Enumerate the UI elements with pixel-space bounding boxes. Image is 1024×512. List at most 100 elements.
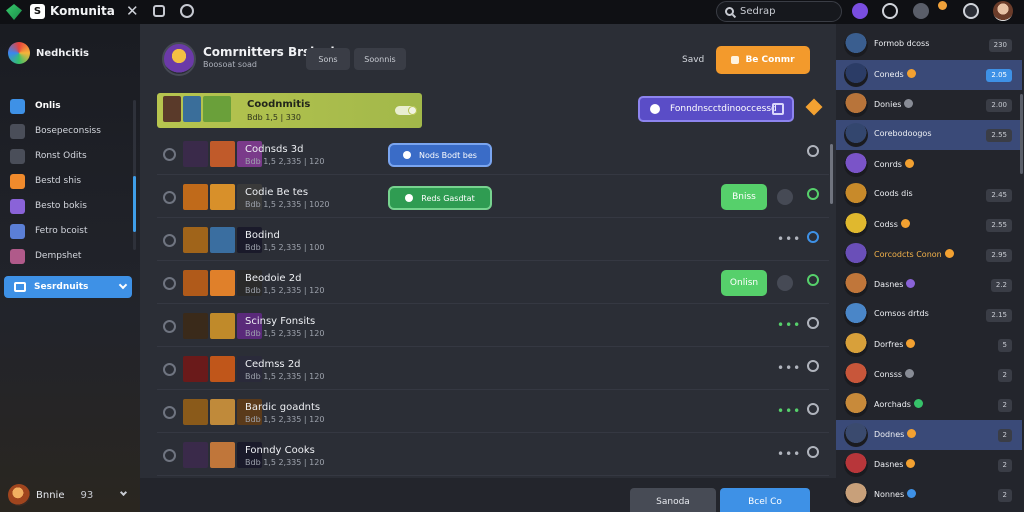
sidebar-item[interactable]: Besto bokis (10, 197, 132, 215)
member-tag: 2 (997, 369, 1012, 382)
member-item[interactable]: Dasnes 2 (836, 450, 1022, 480)
row-action-button[interactable]: Reds Gasdtat (388, 186, 492, 210)
member-avatar (844, 303, 868, 327)
sidebar-item[interactable]: Bestd shis (10, 172, 132, 190)
member-tag: 2 (997, 429, 1012, 442)
row-radio-icon[interactable] (163, 320, 176, 333)
table-row[interactable]: Scinsy Fonsits Bdb 1,5 2,335 | 120 ••• (157, 306, 829, 347)
more-icon[interactable]: ••• (777, 447, 801, 461)
member-name: Dasnes (874, 280, 904, 289)
member-item[interactable]: Nonnes 2 (836, 480, 1022, 510)
member-item[interactable]: Dodnes 2 (836, 420, 1022, 450)
row-radio-icon[interactable] (163, 277, 176, 290)
member-item[interactable]: Coods dis 2.45 (836, 180, 1022, 210)
sidebar-select[interactable]: Sesrdnuits (4, 276, 132, 298)
table-row[interactable]: Codnsds 3d Bdb 1,5 2,335 | 120 Nods Bodt b… (157, 134, 829, 175)
row-radio-icon[interactable] (163, 148, 176, 161)
table-row[interactable]: Cedmss 2d Bdb 1,5 2,335 | 120 ••• (157, 349, 829, 390)
row-radio-icon[interactable] (163, 406, 176, 419)
add-icon[interactable] (777, 275, 793, 291)
member-scrollbar[interactable] (1020, 94, 1023, 174)
member-name: Dorfres (874, 340, 904, 349)
member-name-wrap: Dorfres (874, 339, 916, 349)
member-item[interactable]: Comsos drtds 2.15 (836, 300, 1022, 330)
more-icon[interactable]: ••• (777, 404, 801, 418)
row-link-icon[interactable] (807, 274, 819, 286)
sidebar-item[interactable]: Dempshet (10, 247, 132, 265)
member-item[interactable]: Consss 2 (836, 360, 1022, 390)
member-item[interactable]: Donies 2.00 (836, 90, 1022, 120)
secondary-button[interactable]: Sanoda (630, 488, 716, 512)
featured-toggle[interactable] (395, 106, 417, 115)
add-icon[interactable] (777, 189, 793, 205)
confirm-button[interactable]: Bcel Co (720, 488, 810, 512)
sidebar-item[interactable]: Fetro bcoist (10, 222, 132, 240)
sidebar-item[interactable]: Ronst Odits (10, 147, 132, 165)
sidebar-item[interactable]: Onlis (10, 97, 132, 115)
member-item[interactable]: Formob dcoss 230 (836, 30, 1022, 60)
save-link[interactable]: Savd (682, 55, 704, 65)
diamond-icon[interactable] (805, 98, 823, 116)
chevron-down-icon[interactable] (119, 488, 128, 497)
table-row[interactable]: Bardic goadnts Bdb 1,5 2,335 | 120 ••• (157, 392, 829, 433)
member-name: Codss (874, 220, 898, 229)
settings-icon[interactable] (882, 3, 898, 19)
member-item[interactable]: Dorfres 5 (836, 330, 1022, 360)
status-button[interactable]: Onlisn (721, 270, 767, 296)
status-icon[interactable] (963, 3, 979, 19)
filter-pill-1[interactable]: Sons (306, 48, 350, 70)
search-input[interactable] (740, 6, 830, 17)
member-item[interactable]: Dasnes 2.2 (836, 270, 1022, 300)
table-row[interactable]: Beodoie 2d Bdb 1,5 2,335 | 120 Onlisn (157, 263, 829, 304)
table-row[interactable]: Fonndy Cooks Bdb 1,5 2,335 | 120 ••• (157, 435, 829, 476)
sidebar-item-label: Bestd shis (35, 176, 82, 186)
close-icon[interactable]: ✕ (126, 2, 139, 20)
footer-bar: Sanoda Bcel Co (140, 478, 836, 512)
row-action-button[interactable]: Nods Bodt bes (388, 143, 492, 167)
member-tag: 2.95 (986, 249, 1012, 262)
rocket-icon[interactable] (852, 3, 868, 19)
member-item[interactable]: Codss 2.55 (836, 210, 1022, 240)
filter-pill-2[interactable]: Soonnis (354, 48, 406, 70)
more-icon[interactable]: ••• (777, 318, 801, 332)
row-radio-icon[interactable] (163, 449, 176, 462)
sidebar-scrollbar[interactable] (133, 100, 136, 250)
member-item[interactable]: Conrds (836, 150, 1022, 180)
gauge-icon[interactable] (180, 4, 194, 18)
thumbnail (210, 313, 235, 339)
member-item[interactable]: Corebodoogos 2.55 (836, 120, 1022, 150)
main-scrollbar[interactable] (830, 144, 833, 204)
member-avatar (844, 93, 868, 117)
featured-row[interactable]: Coodnmitis Bdb 1,5 | 330 (157, 93, 422, 128)
notifications-icon[interactable] (913, 3, 929, 19)
more-icon[interactable]: ••• (777, 232, 801, 246)
user-avatar[interactable] (993, 1, 1013, 21)
member-status-dot (913, 399, 923, 408)
status-button[interactable]: Bniss (721, 184, 767, 210)
row-link-icon[interactable] (807, 188, 819, 200)
row-link-icon[interactable] (807, 145, 819, 157)
member-item[interactable]: Coneds 2.05 (836, 60, 1022, 90)
row-link-icon[interactable] (807, 231, 819, 243)
row-radio-icon[interactable] (163, 363, 176, 376)
primary-button[interactable]: Be Conmr (716, 46, 810, 74)
more-icon[interactable]: ••• (777, 361, 801, 375)
search-box[interactable] (716, 1, 842, 22)
sidebar-item[interactable]: Bosepeconsiss (10, 122, 132, 140)
member-name: Conrds (874, 160, 902, 169)
member-item[interactable]: Corcodcts Conon 2.95 (836, 240, 1022, 270)
row-link-icon[interactable] (807, 446, 819, 458)
row-radio-icon[interactable] (163, 234, 176, 247)
member-item[interactable]: Aorchads 2 (836, 390, 1022, 420)
app-icon[interactable]: S (30, 4, 45, 19)
table-row[interactable]: Bodind Bdb 1,5 2,335 | 100 ••• (157, 220, 829, 261)
row-radio-icon[interactable] (163, 191, 176, 204)
row-link-icon[interactable] (807, 403, 819, 415)
table-row[interactable]: Codie Be tes Bdb 1,5 2,335 | 1020 Reds Gas… (157, 177, 829, 218)
row-link-icon[interactable] (807, 317, 819, 329)
window-box-icon[interactable] (153, 5, 165, 17)
user-panel[interactable]: Bnnie 93 (8, 484, 132, 506)
featured-action-button[interactable]: Fonndnscctdinooccessd (638, 96, 794, 122)
row-link-icon[interactable] (807, 360, 819, 372)
sidebar-scroll-thumb[interactable] (133, 176, 136, 232)
